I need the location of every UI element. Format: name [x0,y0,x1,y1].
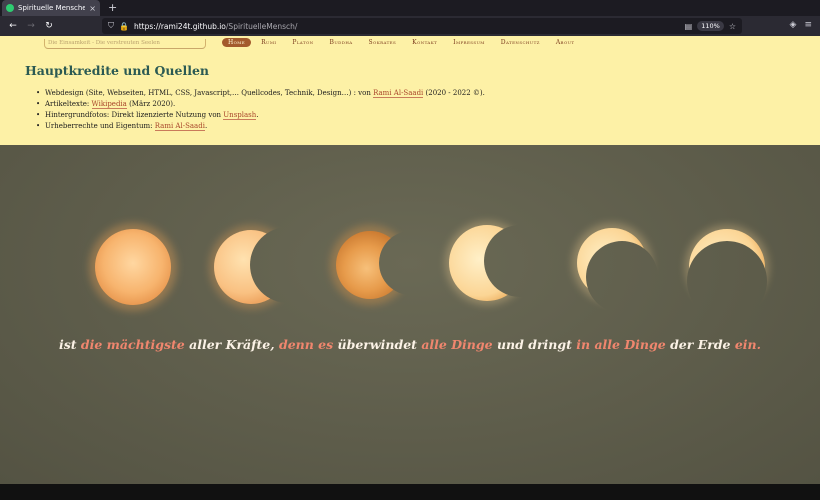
url-bar[interactable]: ⛉ 🔒 https://rami24t.github.io/Spirituell… [102,18,742,34]
quote-part: der Erde [665,337,735,352]
credits-section: Die Einsamkeit - Die verstreuten Seelen … [0,36,820,145]
moon-phase-4 [449,225,525,301]
credits-item-photos: Hintergrundfotos: Direkt lizenzierte Nut… [36,110,485,121]
tab-title: Spirituelle Menschen [18,4,86,12]
nav-item-impressum[interactable]: Impressum [447,38,491,47]
quote-part: aller Kräfte, [184,337,279,352]
credits-link-unsplash[interactable]: Unsplash [223,111,257,120]
nav-item-home[interactable]: Home [222,37,252,47]
nav-item-sokrates[interactable]: Sokrates [363,38,403,47]
url-text[interactable]: https://rami24t.github.io/SpirituelleMen… [134,22,680,31]
credits-link-wikipedia[interactable]: Wikipedia [91,100,127,109]
credits-item-suffix: . [256,111,259,119]
nav-item-rumi[interactable]: Rumi [255,38,282,47]
nav-item-platon[interactable]: Platon [286,38,319,47]
browser-tab[interactable]: Spirituelle Menschen × [2,0,100,16]
credits-list: Webdesign (Site, Webseiten, HTML, CSS, J… [36,88,485,132]
back-icon[interactable]: ← [4,21,22,31]
reload-icon[interactable]: ↻ [40,21,58,31]
credits-item-text: Webdesign (Site, Webseiten, HTML, CSS, J… [45,89,374,97]
tab-close-icon[interactable]: × [89,4,96,13]
credits-item-suffix: (März 2020). [126,100,176,108]
quote-part-highlight: denn es [278,337,334,352]
toolbar-right-icons: ◈ ≡ [790,20,812,30]
zoom-level-badge[interactable]: 110% [697,21,724,31]
site-navigation: Home Rumi Platon Buddha Sokrates Kontakt… [222,36,581,48]
page-viewport: Die Einsamkeit - Die verstreuten Seelen … [0,36,820,484]
credits-item-suffix: (2020 - 2022 ©). [423,89,485,97]
credits-link-owner[interactable]: Rami Al-Saadi [154,122,205,131]
quote-part-highlight: die mächtigste [80,337,185,352]
credits-item-text: Urheberrechte und Eigentum: [45,122,155,130]
credits-item-suffix: . [204,122,208,130]
hamburger-menu-icon[interactable]: ≡ [804,20,812,30]
pocket-icon[interactable]: ◈ [790,20,797,30]
credits-item-texts: Artikeltexte: Wikipedia (März 2020). [36,99,485,110]
quote-part: und dringt [492,337,577,352]
moon-phase-6 [689,229,765,305]
reader-view-icon[interactable]: ▤ [685,22,693,31]
nav-item-buddha[interactable]: Buddha [324,38,359,47]
nav-item-kontakt[interactable]: Kontakt [406,38,443,47]
star-icon[interactable]: ☆ [729,22,736,31]
bottom-bar [0,484,820,500]
quote-part: ist [58,337,81,352]
quote-part-highlight: in alle Dinge [576,337,666,352]
shield-icon[interactable]: ⛉ [108,21,114,31]
browser-toolbar: ← → ↻ ⛉ 🔒 https://rami24t.github.io/Spir… [0,16,820,36]
credits-item-text: Hintergrundfotos: Direkt lizenzierte Nut… [45,111,224,119]
moon-phase-2 [214,230,288,304]
credits-link-author[interactable]: Rami Al-Saadi [373,89,424,98]
forward-icon[interactable]: → [22,21,40,31]
credits-heading: Hauptkredite und Quellen [25,63,210,78]
browser-tab-strip: Spirituelle Menschen × + [0,0,820,16]
url-path: /SpirituelleMensch/ [225,21,298,31]
credits-item-copyright: Urheberrechte und Eigentum: Rami Al-Saad… [36,121,485,132]
credits-item-text: Artikeltexte: [45,100,92,108]
cutoff-link-text[interactable]: Die Einsamkeit - Die verstreuten Seelen [48,40,204,46]
quote-text: ist die mächtigste aller Kräfte, denn es… [0,337,820,352]
lock-icon[interactable]: 🔒 [119,22,129,31]
moon-phase-1 [95,229,171,305]
new-tab-button[interactable]: + [100,0,125,16]
site-favicon-icon [6,4,14,12]
quote-part-highlight: ein. [734,337,762,352]
credits-item-webdesign: Webdesign (Site, Webseiten, HTML, CSS, J… [36,88,485,99]
hero-section: ist die mächtigste aller Kräfte, denn es… [0,145,820,484]
moon-phase-3 [336,231,404,299]
nav-item-about[interactable]: About [550,38,581,47]
moon-phase-5 [577,228,647,298]
url-host: https://rami24t.github.io [133,21,226,31]
quote-part-highlight: alle Dinge [421,337,493,352]
quote-part: überwindet [333,337,422,352]
nav-item-datenschutz[interactable]: Datenschutz [495,38,546,47]
moon-phases-image [89,221,769,311]
